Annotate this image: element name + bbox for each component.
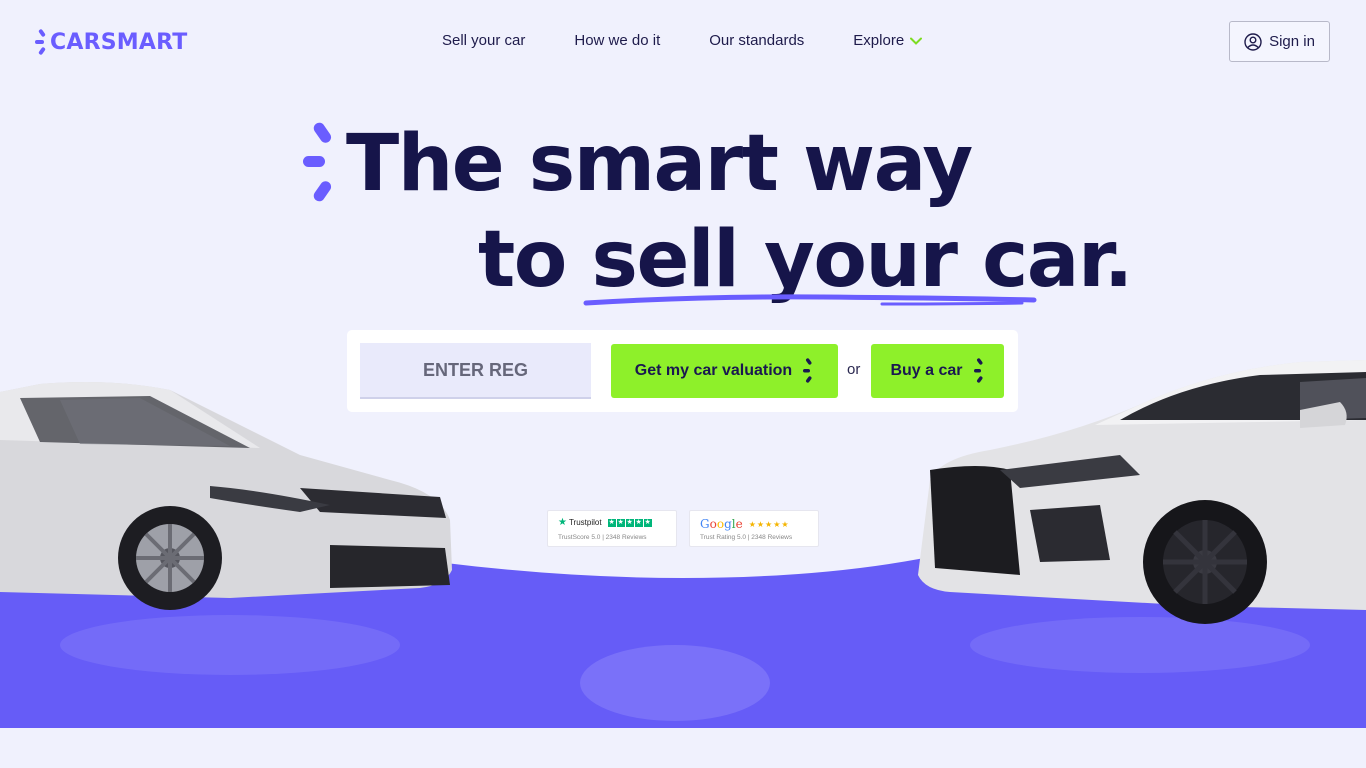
logo-mark-icon bbox=[35, 29, 46, 55]
user-circle-icon bbox=[1244, 32, 1262, 51]
sign-in-label: Sign in bbox=[1269, 33, 1315, 50]
bottom-band bbox=[0, 728, 1366, 768]
sign-in-button[interactable]: Sign in bbox=[1229, 21, 1330, 62]
get-valuation-label: Get my car valuation bbox=[634, 362, 793, 379]
trustpilot-rating-stars: ★ ★ ★ ★ ★ bbox=[607, 518, 652, 527]
trustpilot-name: Trustpilot bbox=[568, 518, 602, 527]
nav-how-we-do-it[interactable]: How we do it bbox=[574, 32, 660, 49]
left-car-image bbox=[0, 382, 452, 610]
carsmart-logo[interactable]: CARSMART bbox=[34, 27, 187, 57]
buy-a-car-button[interactable]: Buy a car bbox=[871, 344, 1004, 398]
google-badge[interactable]: Google ★★★★★ Trust Rating 5.0 | 2348 Rev… bbox=[689, 510, 819, 547]
nav-our-standards[interactable]: Our standards bbox=[709, 32, 804, 49]
nav-explore[interactable]: Explore bbox=[853, 32, 923, 49]
trustpilot-star-icon: ★ bbox=[558, 517, 567, 528]
trustpilot-badge[interactable]: ★ Trustpilot ★ ★ ★ ★ ★ TrustScore 5.0 | 2348… bbox=[547, 510, 677, 547]
headline-underline-decoration bbox=[583, 294, 1037, 306]
chevron-down-icon bbox=[910, 37, 923, 45]
get-valuation-button[interactable]: Get my car valuation bbox=[611, 344, 838, 398]
nav-explore-label: Explore bbox=[853, 32, 905, 49]
buy-a-car-label: Buy a car bbox=[890, 362, 963, 379]
brand-name: CARSMART bbox=[50, 29, 188, 55]
reg-input[interactable] bbox=[360, 343, 591, 399]
main-nav: Sell your car How we do it Our standards… bbox=[442, 32, 923, 49]
google-rating-stars: ★★★★★ bbox=[748, 519, 790, 529]
nav-sell-your-car[interactable]: Sell your car bbox=[442, 32, 525, 49]
google-logo: Google bbox=[700, 517, 743, 531]
hero-headline-line1: The smart way bbox=[346, 119, 973, 209]
hero-spark-icon bbox=[303, 122, 332, 202]
spark-icon bbox=[973, 358, 983, 383]
valuation-form: Get my car valuation or Buy a car bbox=[347, 330, 1018, 412]
trustpilot-detail: TrustScore 5.0 | 2348 Reviews bbox=[558, 534, 647, 541]
google-detail: Trust Rating 5.0 | 2348 Reviews bbox=[700, 534, 793, 541]
or-separator: or bbox=[847, 361, 861, 378]
spark-icon bbox=[803, 358, 812, 383]
